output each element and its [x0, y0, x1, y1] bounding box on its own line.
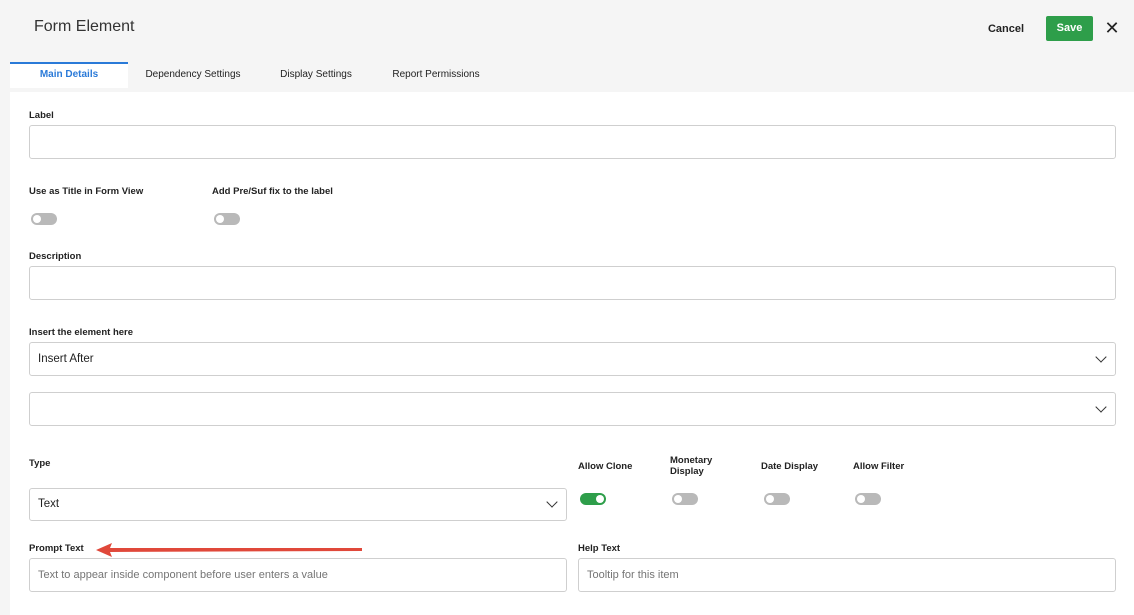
- tab-display-settings[interactable]: Display Settings: [264, 62, 368, 88]
- use-as-title-toggle[interactable]: [31, 213, 57, 225]
- toggle-knob: [596, 495, 604, 503]
- toggle-knob: [857, 495, 865, 503]
- prompt-text-input[interactable]: [29, 558, 567, 592]
- tab-report-permissions[interactable]: Report Permissions: [382, 62, 490, 88]
- allow-filter-label: Allow Filter: [853, 461, 905, 472]
- prompt-text-label: Prompt Text: [29, 543, 84, 554]
- description-input[interactable]: [29, 266, 1116, 300]
- allow-clone-label: Allow Clone: [578, 461, 633, 472]
- help-text-input[interactable]: [578, 558, 1116, 592]
- help-text-label: Help Text: [578, 543, 621, 554]
- dialog-title: Form Element: [34, 18, 135, 35]
- add-prefix-suffix-toggle[interactable]: [214, 213, 240, 225]
- close-icon[interactable]: ✕: [1102, 17, 1122, 39]
- monetary-display-toggle[interactable]: [672, 493, 698, 505]
- label-input[interactable]: [29, 125, 1116, 159]
- insert-position-select[interactable]: Insert After: [29, 342, 1116, 376]
- toggle-knob: [766, 495, 774, 503]
- allow-clone-toggle[interactable]: [580, 493, 606, 505]
- toggle-knob: [216, 215, 224, 223]
- dialog-header: Form Element Cancel Save ✕: [0, 0, 1134, 60]
- label-field-label: Label: [29, 110, 54, 121]
- insert-element-label: Insert the element here: [29, 327, 134, 338]
- chevron-down-icon: [1095, 401, 1107, 413]
- use-as-title-label: Use as Title in Form View: [29, 186, 144, 197]
- annotation-arrow-icon: [96, 543, 362, 557]
- chevron-down-icon: [546, 496, 558, 508]
- toggle-knob: [674, 495, 682, 503]
- type-value: Text: [38, 498, 60, 510]
- type-label: Type: [29, 458, 51, 469]
- tab-main-details[interactable]: Main Details: [10, 62, 128, 88]
- insert-target-select[interactable]: [29, 392, 1116, 426]
- insert-position-value: Insert After: [38, 353, 94, 365]
- chevron-down-icon: [1095, 351, 1107, 363]
- monetary-display-label: Monetary Display: [670, 455, 713, 477]
- tab-dependency-settings[interactable]: Dependency Settings: [134, 62, 252, 88]
- description-label: Description: [29, 251, 82, 262]
- cancel-button[interactable]: Cancel: [978, 18, 1034, 40]
- allow-filter-toggle[interactable]: [855, 493, 881, 505]
- date-display-toggle[interactable]: [764, 493, 790, 505]
- toggle-knob: [33, 215, 41, 223]
- add-prefix-suffix-label: Add Pre/Suf fix to the label: [212, 186, 333, 197]
- date-display-label: Date Display: [761, 461, 819, 472]
- save-button[interactable]: Save: [1046, 16, 1093, 41]
- type-select[interactable]: Text: [29, 488, 567, 521]
